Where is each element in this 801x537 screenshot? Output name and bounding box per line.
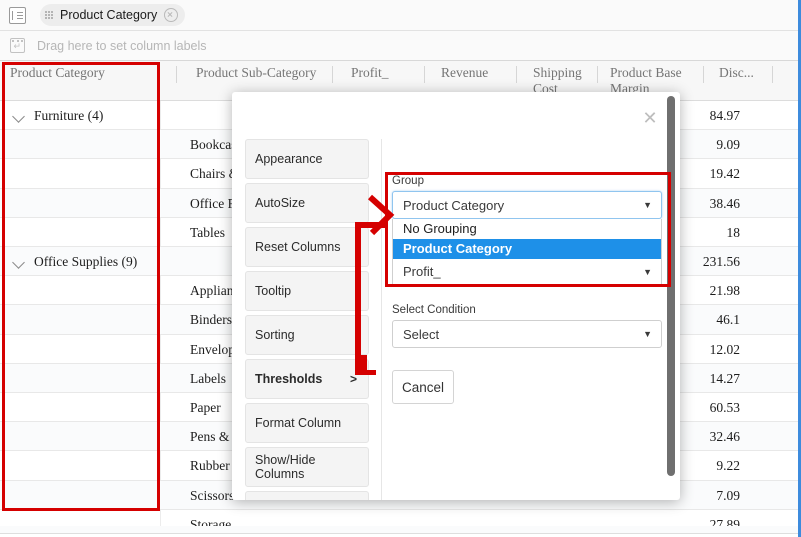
header-separator[interactable] — [176, 66, 177, 83]
column-labels-hint: Drag here to set column labels — [37, 38, 207, 53]
drag-handle-icon[interactable] — [45, 10, 54, 21]
header-separator[interactable] — [703, 66, 704, 83]
menu-item-label: Show/Hide Columns — [255, 453, 316, 481]
column-labels-dropzone[interactable]: Drag here to set column labels — [0, 31, 801, 61]
dropdown-option-label: Profit_ — [403, 264, 441, 279]
group-select-value: Product Category — [403, 197, 505, 213]
row-labels-bar: Product Category — [0, 0, 801, 31]
menu-item-label: AutoSize — [255, 196, 306, 210]
close-icon[interactable]: ✕ — [642, 109, 658, 127]
chevron-right-icon: > — [349, 372, 357, 386]
menu-item-reset-columns[interactable]: Reset Columns — [245, 227, 369, 267]
menu-item-label: Format Column — [255, 416, 342, 430]
dialog-menu: Appearance AutoSize Reset Columns Toolti… — [245, 139, 369, 500]
chevron-down-icon: ▼ — [643, 267, 652, 277]
menu-item-appearance[interactable]: Appearance — [245, 139, 369, 179]
menu-item-label: Thresholds — [255, 372, 323, 386]
viewport-bottom-edge — [0, 533, 801, 537]
chevron-down-icon: ▼ — [643, 200, 652, 210]
column-settings-dialog: ✕ Appearance AutoSize Reset Columns Tool… — [232, 92, 680, 500]
header-separator[interactable] — [772, 66, 773, 83]
menu-item-thresholds[interactable]: Thresholds > — [245, 359, 369, 399]
column-labels-icon — [10, 38, 25, 53]
menu-item-show-hide-columns[interactable]: Show/Hide Columns — [245, 447, 369, 487]
header-separator[interactable] — [424, 66, 425, 83]
header-separator[interactable] — [597, 66, 598, 83]
header-separator[interactable] — [332, 66, 333, 83]
header-separator[interactable] — [516, 66, 517, 83]
menu-item-tooltip[interactable]: Tooltip — [245, 271, 369, 311]
remove-chip-icon[interactable] — [164, 8, 179, 22]
cancel-button[interactable]: Cancel — [392, 370, 454, 404]
group-select-dropdown[interactable]: No Grouping Product Category Profit_ ▼ — [392, 219, 662, 286]
group-label: Group — [392, 175, 424, 187]
column-header-product-category[interactable]: Product Category — [4, 61, 160, 101]
field-chip-product-category[interactable]: Product Category — [40, 4, 186, 26]
thresholds-panel: Group Product Category ▼ No Grouping Pro… — [392, 139, 662, 404]
dropdown-option-no-grouping[interactable]: No Grouping — [393, 219, 661, 239]
menu-item-sorting[interactable]: Sorting — [245, 315, 369, 355]
expand-caret-icon[interactable] — [12, 110, 25, 123]
chip-label: Product Category — [60, 8, 158, 22]
menu-item-grand-totals[interactable]: Grand Totals — [245, 491, 369, 500]
condition-select[interactable]: Select ▼ — [392, 320, 662, 348]
panel-toggle-icon[interactable] — [9, 6, 26, 24]
dropdown-option-product-category[interactable]: Product Category — [393, 239, 661, 259]
chevron-down-icon: ▼ — [643, 329, 652, 339]
cell-category: Office Supplies (9) — [34, 254, 138, 269]
condition-select-value: Select — [403, 326, 440, 342]
dropdown-option-profit[interactable]: Profit_ ▼ — [393, 259, 661, 285]
menu-item-label: Sorting — [255, 328, 295, 342]
menu-item-label: Appearance — [255, 152, 323, 166]
app-root: Product Category Drag here to set column… — [0, 0, 801, 537]
dialog-divider — [381, 139, 382, 500]
group-select[interactable]: Product Category ▼ — [392, 191, 662, 219]
column-header-discount[interactable]: Disc... — [713, 61, 768, 101]
menu-item-label: Reset Columns — [255, 240, 341, 254]
select-condition-label: Select Condition — [392, 304, 476, 316]
menu-item-autosize[interactable]: AutoSize — [245, 183, 369, 223]
menu-item-format-column[interactable]: Format Column — [245, 403, 369, 443]
dialog-scrollbar[interactable] — [667, 96, 675, 476]
cell-category: Furniture (4) — [34, 108, 104, 123]
menu-item-label: Tooltip — [255, 284, 292, 298]
expand-caret-icon[interactable] — [12, 256, 25, 269]
